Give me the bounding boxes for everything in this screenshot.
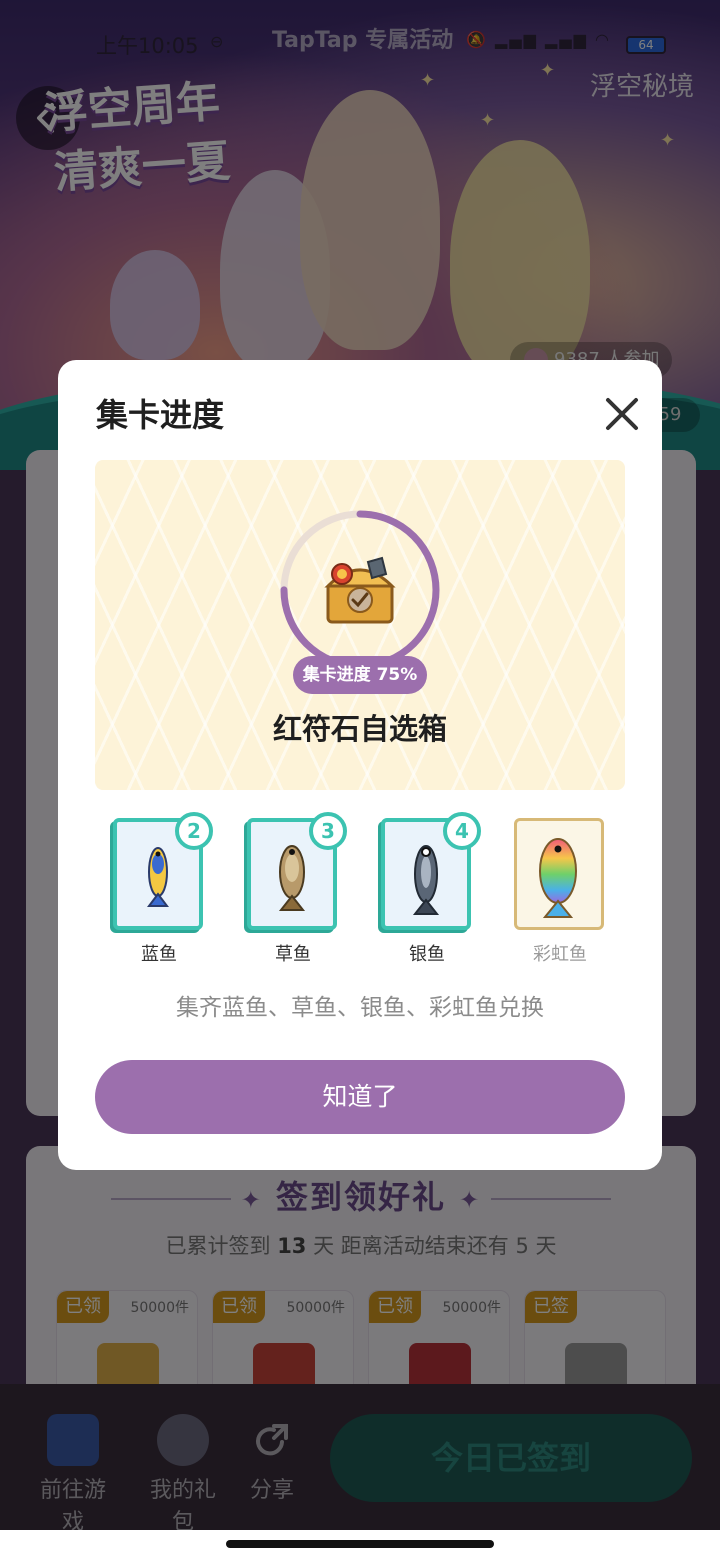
dialog-title: 集卡进度 <box>96 396 225 434</box>
card-name: 草鱼 <box>275 944 311 965</box>
progress-panel: 集卡进度 75% 红符石自选箱 <box>95 460 625 790</box>
close-icon <box>606 398 638 430</box>
card-name: 银鱼 <box>409 944 445 965</box>
card-name: 彩虹鱼 <box>533 944 587 965</box>
card-name: 蓝鱼 <box>141 944 177 965</box>
card-count-badge: 2 <box>175 812 213 850</box>
card-progress-dialog: 集卡进度 集卡进度 75% 红符石自选箱 2 蓝鱼 3 草鱼 4 银鱼 彩虹鱼 … <box>58 360 662 1170</box>
card-frame: 3 <box>247 812 347 930</box>
progress-label: 集卡进度 75% <box>293 656 427 694</box>
fish-card-silver[interactable]: 4 银鱼 <box>381 812 481 966</box>
card-count-badge: 3 <box>309 812 347 850</box>
close-button[interactable] <box>602 394 642 434</box>
card-count-badge: 4 <box>443 812 481 850</box>
card-frame: 2 <box>113 812 213 930</box>
got-it-button[interactable]: 知道了 <box>95 1060 625 1134</box>
card-frame <box>514 818 604 930</box>
reward-name: 红符石自选箱 <box>272 712 447 746</box>
fish-card-grass[interactable]: 3 草鱼 <box>247 812 347 966</box>
fish-card-blue[interactable]: 2 蓝鱼 <box>113 812 213 966</box>
home-indicator[interactable] <box>226 1540 494 1548</box>
fish-card-rainbow[interactable]: 彩虹鱼 <box>514 818 606 966</box>
card-frame: 4 <box>381 812 481 930</box>
rainbow-fish-icon <box>539 838 577 918</box>
treasure-chest-icon <box>324 556 396 624</box>
dialog-description: 集齐蓝鱼、草鱼、银鱼、彩虹鱼兑换 <box>176 995 544 1021</box>
